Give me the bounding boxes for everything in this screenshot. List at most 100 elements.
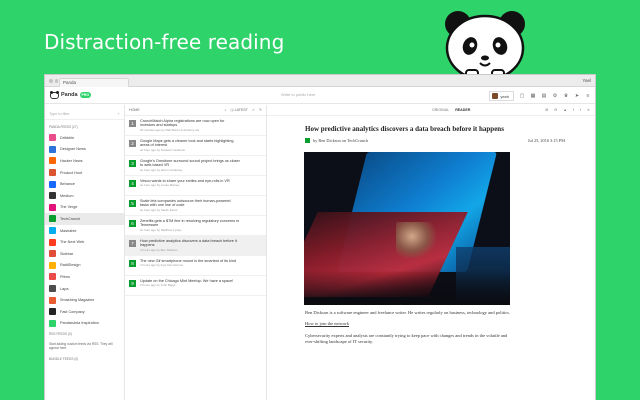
header-actions: yeah ▢ ▦ ▤ ⚙ ♛ ➤ ≡: [489, 91, 591, 101]
author-bio: Ben Dickson is a software engineer and f…: [305, 310, 511, 315]
list-item[interactable]: 4 Vesoo wants to share your smiles and ey…: [125, 176, 266, 196]
facebook-icon[interactable]: f: [573, 108, 574, 112]
sidebar-item-feed[interactable]: Lapa: [45, 283, 124, 295]
sidebar-item-label: Product Hunt: [60, 170, 83, 175]
browser-titlebar: Panda Yael: [45, 75, 595, 87]
sidebar-item-feed[interactable]: Designer News: [45, 144, 124, 156]
sidebar-item-feed[interactable]: Pandarulela Inspiration: [45, 318, 124, 330]
sidebar-item-label: Fast Company: [60, 309, 85, 314]
sidebar-item-feed[interactable]: Sidebar: [45, 248, 124, 260]
add-icon[interactable]: +: [118, 112, 120, 119]
bundle-feeds-header[interactable]: BUNDLE FEEDS (0): [45, 354, 124, 364]
feed-icon: [49, 238, 56, 246]
item-title: Zenefits gets a $7M fine in resolving re…: [140, 219, 240, 228]
feed-icon: [49, 319, 56, 327]
trophy-icon[interactable]: ♛: [563, 93, 569, 99]
feed-icon: [49, 285, 56, 293]
sidebar-item-feed[interactable]: Dribbble: [45, 132, 124, 144]
feed-icon: [49, 145, 56, 153]
menu-icon[interactable]: ≡: [585, 93, 591, 99]
item-meta: an hour ago by Matthew Lynley: [140, 227, 182, 232]
sidebar-item-label: Behance: [60, 182, 75, 187]
list-item[interactable]: 3 Google's Omnitone surround sound projec…: [125, 156, 266, 176]
app-logo[interactable]: Panda PRO: [45, 90, 170, 99]
feed-icon: [49, 215, 56, 223]
sidebar-item-feed[interactable]: Medium: [45, 190, 124, 202]
sidebar-item-label: Lapa: [60, 286, 69, 291]
sidebar-item-feed[interactable]: Smashing Magazine: [45, 294, 124, 306]
tab-reader[interactable]: READER: [455, 108, 470, 112]
list-item[interactable]: 2 Google Maps gets a cleaner look and sta…: [125, 136, 266, 156]
item-number-badge: 2: [129, 140, 136, 147]
list-item[interactable]: 9 Update on the Chicago Mint Meetup: We h…: [125, 276, 266, 296]
sidebar-item-label: RadiiDesign: [60, 263, 81, 268]
settings-icon[interactable]: ⚙: [552, 93, 558, 99]
sidebar-item-feed[interactable]: RadiiDesign: [45, 260, 124, 272]
edit-icon[interactable]: ✎: [259, 108, 262, 112]
techcrunch-icon: [305, 138, 310, 143]
sidebar-item-feed[interactable]: Mashable: [45, 225, 124, 237]
item-meta: an hour ago by Sarah Perez: [140, 207, 178, 212]
author-source: by Ben Dickson on TechCrunch: [313, 138, 368, 143]
sidebar-item-feed[interactable]: Pttrns: [45, 271, 124, 283]
list-item[interactable]: 6 Zenefits gets a $7M fine in resolving r…: [125, 216, 266, 236]
article-list: HOME ⌕ ◷ LATEST ✓ ✎ 1 CrunchMatch Alpha r…: [125, 105, 267, 400]
feed-icon: [49, 180, 56, 188]
check-icon[interactable]: ✓: [252, 108, 255, 112]
search-icon[interactable]: ⌕: [224, 108, 226, 112]
bookmark-icon[interactable]: ▢: [519, 93, 525, 99]
sidebar: Type to filter + PANDA FEEDS (27) Dribbb…: [45, 105, 125, 400]
list-item[interactable]: 8 The new Gif smartphone mount is the sma…: [125, 256, 266, 276]
twitter-icon[interactable]: t: [580, 108, 581, 112]
feed-icon: [49, 273, 56, 281]
user-menu[interactable]: yeah: [489, 91, 514, 101]
item-meta: 20 minutes ago by Matt Burns & Anthony H…: [140, 127, 200, 132]
list-item[interactable]: 7 How predictive analytics discovers a da…: [125, 236, 266, 256]
item-meta: an hour ago by Lucas Matney: [140, 183, 180, 188]
headline: Distraction-free reading: [44, 30, 285, 54]
browser-user[interactable]: Yael: [582, 78, 591, 83]
article-body: Cybersecurity experts and analysts are c…: [305, 332, 508, 345]
tab-original[interactable]: ORIGINAL: [432, 108, 449, 112]
reader-toolbar: ORIGINAL READER ⊞ ⊟ ▲ f t ✕: [267, 105, 595, 116]
item-number-badge: 8: [129, 260, 136, 267]
public-search-input[interactable]: Write to public here: [281, 92, 315, 97]
close-icon[interactable]: ✕: [587, 108, 590, 112]
panda-feeds-header[interactable]: PANDA FEEDS (27): [45, 122, 124, 132]
sidebar-item-feed[interactable]: Hacker News: [45, 155, 124, 167]
grid-icon[interactable]: ▦: [530, 93, 536, 99]
sidebar-item-feed[interactable]: TechCrunch: [45, 213, 124, 225]
sidebar-item-feed[interactable]: Product Hunt: [45, 167, 124, 179]
list-toolbar: HOME ⌕ ◷ LATEST ✓ ✎: [125, 105, 266, 116]
sidebar-item-label: Pandarulela Inspiration: [60, 321, 99, 326]
rss-note: Start adding custom feeds via RSS. They …: [49, 342, 113, 351]
article-image: [304, 152, 510, 305]
send-icon[interactable]: ➤: [574, 93, 580, 99]
sidebar-item-label: Designer News: [60, 147, 86, 152]
layout-icon[interactable]: ▤: [541, 93, 547, 99]
sidebar-item-label: The Next Web: [60, 240, 85, 245]
feed-filter-input[interactable]: Type to filter +: [45, 108, 124, 120]
article-byline: by Ben Dickson on TechCrunch Jul 25, 201…: [305, 138, 565, 143]
item-number-badge: 1: [129, 120, 136, 127]
sidebar-item-feed[interactable]: The Verge: [45, 202, 124, 214]
feed-icon: [49, 296, 56, 304]
bookmark-article-icon[interactable]: ⊟: [554, 108, 557, 112]
sidebar-item-label: Pttrns: [60, 274, 70, 279]
sidebar-item-feed[interactable]: The Next Web: [45, 236, 124, 248]
join-network-link[interactable]: How to join the network: [305, 321, 349, 326]
list-item[interactable]: 5 Scale lets companies outsource their hu…: [125, 196, 266, 216]
sidebar-item-label: Hacker News: [60, 158, 83, 163]
browser-tab[interactable]: Panda: [59, 78, 129, 87]
share-icon[interactable]: ⊞: [545, 108, 548, 112]
rss-feeds-header[interactable]: RSS FEEDS (0): [45, 329, 124, 339]
sidebar-item-feed[interactable]: Behance: [45, 178, 124, 190]
list-item[interactable]: 1 CrunchMatch Alpha registrations are now…: [125, 116, 266, 136]
item-meta: an hour ago by Frederic Lardinois: [140, 147, 185, 152]
sidebar-item-feed[interactable]: Fast Company: [45, 306, 124, 318]
upvote-icon[interactable]: ▲: [563, 108, 567, 112]
panda-mascot-icon: [445, 11, 525, 78]
item-title: Google Maps gets a cleaner look and star…: [140, 139, 234, 148]
item-number-badge: 9: [129, 280, 136, 287]
sort-latest-button[interactable]: ◷ LATEST: [231, 108, 248, 112]
